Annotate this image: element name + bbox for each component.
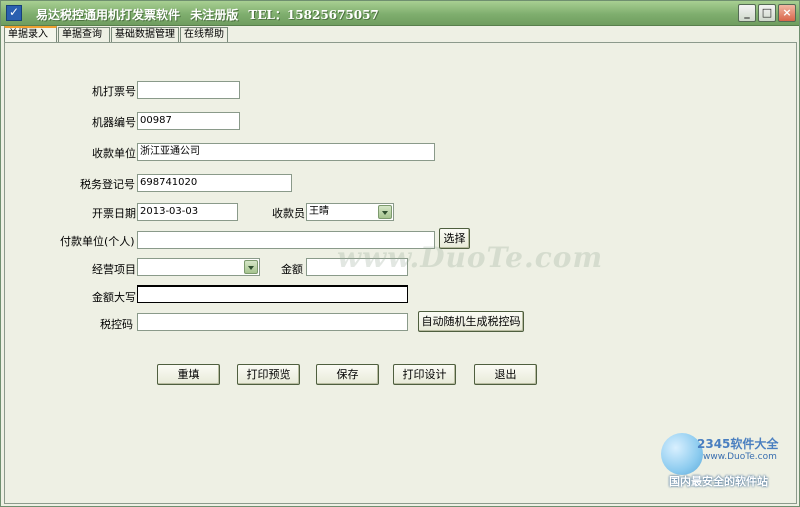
logo-tagline: 国内最安全的软件站 [669,475,768,488]
payee-unit-label: 收款单位 [92,147,136,160]
save-button[interactable]: 保存 [316,364,379,385]
close-button[interactable]: × [778,4,796,22]
auto-generate-tax-code-button[interactable]: 自动随机生成税控码 [418,311,524,332]
tab-online-help[interactable]: 在线帮助 [180,27,228,42]
issue-date-input[interactable]: 2013-03-03 [137,203,238,221]
window-title: 易达税控通用机打发票软件 未注册版 TEL：15825675057 [36,6,385,23]
maximize-button[interactable]: □ [758,4,776,22]
tax-reg-no-label: 税务登记号 [80,178,135,191]
business-item-label: 经营项目 [92,263,136,276]
print-design-button[interactable]: 打印设计 [393,364,456,385]
app-name: 易达税控通用机打发票软件 [36,8,181,22]
amount-label: 金额 [281,263,303,276]
chevron-down-icon[interactable] [378,205,392,219]
logo-brand: 2345软件大全 [697,437,779,451]
registration-status: 未注册版 [190,8,239,22]
app-icon [6,5,22,21]
payer-unit-label: 付款单位(个人) [60,235,135,248]
printed-invoice-no-input[interactable] [137,81,240,99]
title-bar[interactable]: 易达税控通用机打发票软件 未注册版 TEL：15825675057 _ □ × [1,1,799,26]
tab-basic-data[interactable]: 基础数据管理 [111,27,179,42]
contact-phone: TEL：15825675057 [248,8,379,22]
exit-button[interactable]: 退出 [474,364,537,385]
business-item-select[interactable] [137,258,260,276]
tab-invoice-entry[interactable]: 单据录入 [4,26,57,42]
issue-date-label: 开票日期 [92,207,136,220]
tax-code-input[interactable] [137,313,408,331]
amount-in-words-label: 金额大写 [92,291,136,304]
machine-no-label: 机器编号 [92,116,136,129]
tax-code-label: 税控码 [100,318,133,331]
cashier-select[interactable]: 王晴 [306,203,394,221]
payee-unit-input[interactable]: 浙江亚通公司 [137,143,435,161]
reset-button[interactable]: 重填 [157,364,220,385]
printed-invoice-no-label: 机打票号 [92,85,136,98]
tab-invoice-query[interactable]: 单据查询 [58,27,110,42]
chevron-down-icon[interactable] [244,260,258,274]
machine-no-input[interactable]: 00987 [137,112,240,130]
cashier-label: 收款员 [272,207,305,220]
cashier-value: 王晴 [309,206,329,217]
minimize-button[interactable]: _ [738,4,756,22]
amount-in-words-input[interactable] [137,285,408,303]
tax-reg-no-input[interactable]: 698741020 [137,174,292,192]
site-watermark: www.DuoTe.com [337,241,604,274]
logo-url: www.DuoTe.com [703,452,777,462]
print-preview-button[interactable]: 打印预览 [237,364,300,385]
app-window: 易达税控通用机打发票软件 未注册版 TEL：15825675057 _ □ × … [0,0,800,507]
